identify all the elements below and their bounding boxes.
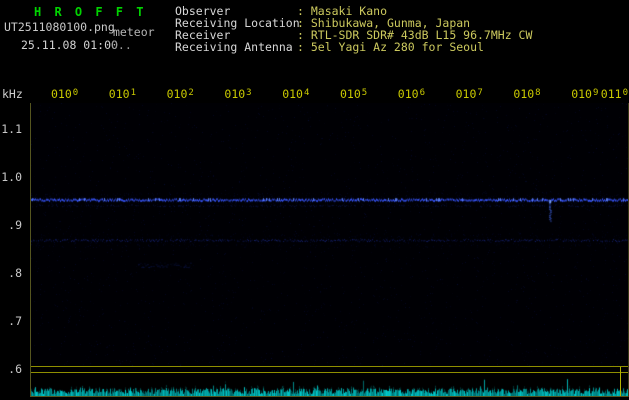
time-tick-sup: 5	[362, 88, 367, 98]
time-tick-label: 0101	[109, 87, 136, 101]
time-tick-label: 0100	[51, 87, 78, 101]
freq-tick-label: .9	[1, 219, 22, 232]
output-filename: UT2511080100.png	[4, 21, 115, 33]
freq-tick-label: 1.1	[1, 123, 22, 136]
time-tick-label: 0109	[571, 87, 598, 101]
header-info-label: Receiving Antenna	[175, 41, 297, 53]
time-tick-label: 0106	[398, 87, 425, 101]
time-tick-label: 0103	[224, 87, 251, 101]
freq-tick-label: .8	[1, 267, 22, 280]
end-time-marker-line	[620, 367, 621, 396]
header-info-row: Receiving Antenna: 5el Yagi Az 280 for S…	[175, 41, 532, 53]
freq-tick-label: .6	[1, 363, 22, 376]
observation-label: meteor	[113, 26, 155, 38]
time-tick-main: 010	[398, 87, 419, 101]
freq-tick-label: 1.0	[1, 171, 22, 184]
time-tick-main: 010	[51, 87, 72, 101]
time-tick-main: 010	[282, 87, 303, 101]
freq-unit-label: kHz	[2, 88, 23, 100]
time-tick-main: 010	[513, 87, 534, 101]
time-tick-sup: 2	[188, 88, 193, 98]
time-tick-main: 010	[224, 87, 245, 101]
freq-tick-label: .7	[1, 315, 22, 328]
time-tick-label: 0104	[282, 87, 309, 101]
time-tick-label: 0102	[167, 87, 194, 101]
observation-datetime: 25.11.08 01:00	[21, 39, 118, 51]
time-tick-label: 0108	[513, 87, 540, 101]
time-tick-main: 010	[456, 87, 477, 101]
app-title: H R O F F T	[34, 6, 146, 18]
time-tick-label: 0107	[456, 87, 483, 101]
time-tick-sup: 8	[535, 88, 540, 98]
time-tick-main: 010	[340, 87, 361, 101]
time-tick-sup: 9	[593, 88, 598, 98]
time-tick-sup: 0	[73, 88, 78, 98]
time-tick-sup: 1	[131, 88, 136, 98]
spectrogram-bottom-frame-line	[30, 366, 629, 367]
time-tick-label: 0110	[601, 87, 628, 101]
time-tick-sup: 3	[246, 88, 251, 98]
plot-bottom-frame-line	[30, 396, 629, 397]
time-tick-label: 0105	[340, 87, 367, 101]
signal-level-canvas	[31, 373, 628, 396]
time-tick-sup: 4	[304, 88, 309, 98]
plot-left-frame-line	[30, 103, 31, 397]
time-tick-sup: 6	[420, 88, 425, 98]
time-tick-main: 010	[571, 87, 592, 101]
header-info-value: : 5el Yagi Az 280 for Seoul	[297, 40, 484, 54]
counter-text: O..	[111, 39, 132, 51]
hrofft-screen: H R O F F T UT2511080100.png meteor 25.1…	[0, 0, 629, 400]
spectrogram-canvas	[31, 103, 628, 366]
time-tick-main: 010	[109, 87, 130, 101]
header-info-block: Observer: Masaki Kano Receiving Location:…	[175, 5, 532, 53]
time-tick-sup: 0	[623, 88, 628, 98]
time-tick-main: 011	[601, 87, 622, 101]
time-tick-sup: 7	[477, 88, 482, 98]
time-tick-main: 010	[167, 87, 188, 101]
